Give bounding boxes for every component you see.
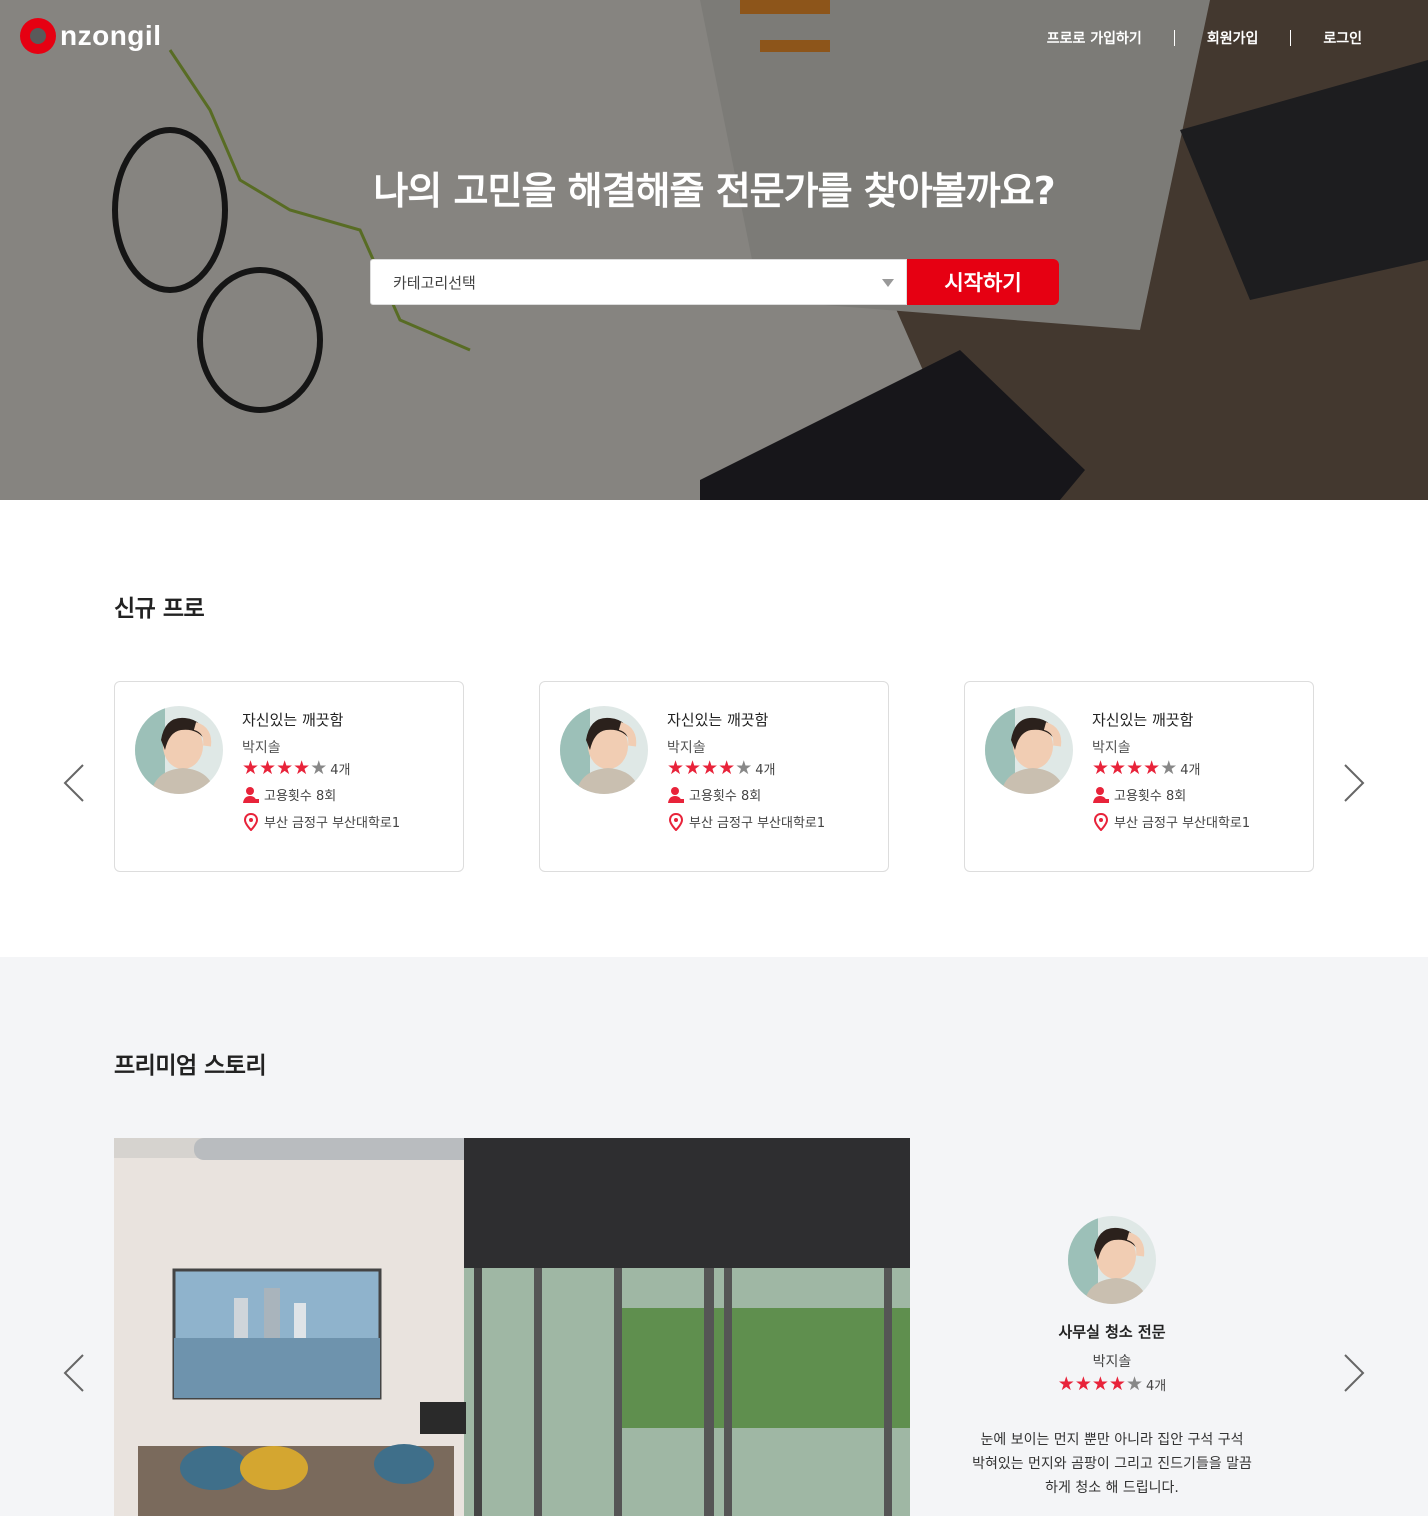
story-pro-name: 박지솔 bbox=[1092, 1354, 1132, 1370]
hire-count-text: 고용횟수 8회 bbox=[264, 789, 337, 804]
top-navigation: 프로로 가입하기 회원가입 로그인 bbox=[1047, 28, 1362, 48]
nav-login-link[interactable]: 로그인 bbox=[1323, 28, 1362, 48]
pro-card[interactable]: 자신있는 깨끗함 박지솔 ★ ★ ★ ★ ★ 4개 고용횟수 8회 부산 금정구 부산대학… bbox=[114, 681, 464, 872]
star-icon: ★ bbox=[310, 757, 328, 779]
rating-count: 4개 bbox=[1146, 1379, 1167, 1394]
star-icon: ★ bbox=[1126, 757, 1144, 779]
location-pin-icon bbox=[243, 812, 259, 831]
hire-count-text: 고용횟수 8회 bbox=[689, 789, 762, 804]
story-image[interactable] bbox=[114, 1138, 910, 1516]
nav-pro-signup-link[interactable]: 프로로 가입하기 bbox=[1047, 28, 1142, 48]
logo-text: nzongil bbox=[60, 20, 162, 51]
room-photo bbox=[114, 1138, 910, 1516]
hero-overlay bbox=[0, 0, 1428, 500]
category-select-value: 카테고리선택 bbox=[393, 273, 476, 292]
story-next-button[interactable] bbox=[1342, 1353, 1366, 1393]
star-icon: ★ bbox=[718, 757, 736, 779]
address-text: 부산 금정구 부산대학로1 bbox=[689, 816, 826, 831]
star-icon: ★ bbox=[1057, 1373, 1075, 1395]
star-icon: ★ bbox=[276, 757, 294, 779]
rating-count: 4개 bbox=[755, 763, 776, 778]
location-pin-icon bbox=[1093, 812, 1109, 831]
pro-name: 박지솔 bbox=[1092, 740, 1131, 756]
star-icon: ★ bbox=[1091, 1373, 1109, 1395]
nav-signup-link[interactable]: 회원가입 bbox=[1207, 28, 1259, 48]
star-icon: ★ bbox=[259, 757, 277, 779]
story-rating: ★ ★ ★ ★ ★ 4개 bbox=[960, 1373, 1264, 1395]
pro-hire-count: 고용횟수 8회 bbox=[242, 785, 336, 804]
rating-count: 4개 bbox=[1180, 763, 1201, 778]
pro-rating: ★ ★ ★ ★ ★ 4개 bbox=[1092, 757, 1201, 779]
chevron-down-icon bbox=[882, 279, 894, 287]
pro-avatar bbox=[135, 706, 223, 794]
chevron-right-icon bbox=[1344, 764, 1365, 802]
logo[interactable]: nzongil bbox=[20, 16, 161, 56]
pro-card[interactable]: 자신있는 깨끗함 박지솔 ★ ★ ★ ★ ★ 4개 고용횟수 8회 부산 금정구 부산대학… bbox=[539, 681, 889, 872]
star-icon: ★ bbox=[1109, 757, 1127, 779]
star-icon: ★ bbox=[1160, 757, 1178, 779]
story-title: 사무실 청소 전문 bbox=[1058, 1323, 1166, 1341]
star-icon: ★ bbox=[735, 757, 753, 779]
pro-hire-count: 고용횟수 8회 bbox=[667, 785, 761, 804]
logo-mark-icon bbox=[20, 18, 56, 54]
new-pros-prev-button[interactable] bbox=[62, 763, 86, 803]
rating-count: 4개 bbox=[330, 763, 351, 778]
pro-hire-count: 고용횟수 8회 bbox=[1092, 785, 1186, 804]
pro-address: 부산 금정구 부산대학로1 bbox=[667, 812, 825, 831]
person-icon bbox=[243, 786, 259, 803]
pro-portrait bbox=[1068, 1216, 1156, 1304]
star-icon: ★ bbox=[1108, 1373, 1126, 1395]
start-button[interactable]: 시작하기 bbox=[907, 259, 1059, 305]
pro-portrait bbox=[135, 706, 223, 794]
address-text: 부산 금정구 부산대학로1 bbox=[1114, 816, 1251, 831]
star-icon: ★ bbox=[701, 757, 719, 779]
pro-name: 박지솔 bbox=[242, 740, 281, 756]
new-pros-next-button[interactable] bbox=[1342, 763, 1366, 803]
story-prev-button[interactable] bbox=[62, 1353, 86, 1393]
hero-title: 나의 고민을 해결해줄 전문가를 찾아볼까요? bbox=[373, 169, 1055, 213]
pro-address: 부산 금정구 부산대학로1 bbox=[242, 812, 400, 831]
pro-avatar bbox=[985, 706, 1073, 794]
pro-card-title: 자신있는 깨끗함 bbox=[667, 711, 769, 729]
star-icon: ★ bbox=[293, 757, 311, 779]
story-description: 눈에 보이는 먼지 뿐만 아니라 집안 구석 구석 박혀있는 먼지와 곰팡이 그… bbox=[972, 1432, 1252, 1496]
star-icon: ★ bbox=[1074, 1373, 1092, 1395]
category-select[interactable]: 카테고리선택 bbox=[370, 259, 907, 305]
nav-divider bbox=[1173, 30, 1175, 46]
hero-banner: nzongil 프로로 가입하기 회원가입 로그인 나의 고민을 해결해줄 전문… bbox=[0, 0, 1428, 500]
person-icon bbox=[668, 786, 684, 803]
chevron-left-icon bbox=[63, 764, 84, 802]
star-icon: ★ bbox=[242, 757, 260, 779]
chevron-left-icon bbox=[63, 1354, 84, 1392]
pro-rating: ★ ★ ★ ★ ★ 4개 bbox=[242, 757, 351, 779]
star-icon: ★ bbox=[667, 757, 685, 779]
chevron-right-icon bbox=[1344, 1354, 1365, 1392]
star-icon: ★ bbox=[1125, 1373, 1143, 1395]
pro-rating: ★ ★ ★ ★ ★ 4개 bbox=[667, 757, 776, 779]
premium-story-title: 프리미엄 스토리 bbox=[114, 1053, 267, 1079]
category-search: 카테고리선택 시작하기 bbox=[370, 259, 1059, 305]
star-icon: ★ bbox=[1092, 757, 1110, 779]
pro-portrait bbox=[560, 706, 648, 794]
star-icon: ★ bbox=[1143, 757, 1161, 779]
pro-card-title: 자신있는 깨끗함 bbox=[1092, 711, 1194, 729]
pro-card[interactable]: 자신있는 깨끗함 박지솔 ★ ★ ★ ★ ★ 4개 고용횟수 8회 부산 금정구 부산대학… bbox=[964, 681, 1314, 872]
person-icon bbox=[1093, 786, 1109, 803]
location-pin-icon bbox=[668, 812, 684, 831]
pro-portrait bbox=[985, 706, 1073, 794]
pro-address: 부산 금정구 부산대학로1 bbox=[1092, 812, 1250, 831]
address-text: 부산 금정구 부산대학로1 bbox=[264, 816, 401, 831]
story-avatar bbox=[1068, 1216, 1156, 1304]
new-pros-title: 신규 프로 bbox=[114, 596, 205, 622]
star-icon: ★ bbox=[684, 757, 702, 779]
pro-avatar bbox=[560, 706, 648, 794]
pro-card-title: 자신있는 깨끗함 bbox=[242, 711, 344, 729]
nav-divider bbox=[1290, 30, 1292, 46]
pro-name: 박지솔 bbox=[667, 740, 706, 756]
hire-count-text: 고용횟수 8회 bbox=[1114, 789, 1187, 804]
